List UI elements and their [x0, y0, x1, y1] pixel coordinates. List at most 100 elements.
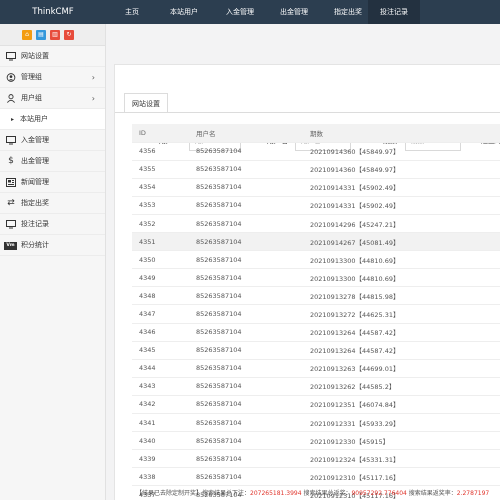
table-row[interactable]: 4346 85263587104 20210913264【44587.42】: [132, 323, 500, 342]
sidebar-item-news[interactable]: 新闻管理: [0, 172, 105, 193]
column-header-id[interactable]: ID: [132, 124, 189, 143]
cell-period: 20210913262【44585.2】: [303, 377, 500, 396]
cell-id: 4355: [132, 160, 189, 179]
home-icon[interactable]: ⌂: [22, 30, 32, 40]
sidebar-item-label: 用户组: [21, 94, 42, 102]
nav-designated-prize[interactable]: 指定出奖: [330, 0, 366, 24]
sidebar-item-bet-records[interactable]: 投注记录: [0, 214, 105, 235]
summary-mid1: 搜索结果总返奖：: [301, 490, 352, 497]
cell-id: 4346: [132, 323, 189, 342]
summary-return-rate: 2.2787197: [456, 490, 490, 497]
cell-period: 20210914331【45902.49】: [303, 178, 500, 197]
cell-period: 20210913263【44699.01】: [303, 359, 500, 378]
nav-withdrawal[interactable]: 出金管理: [276, 0, 312, 24]
monitor-icon: [6, 136, 16, 145]
cell-username: 85263587104: [189, 395, 303, 415]
sidebar-item-withdrawal[interactable]: $ 出金管理: [0, 151, 105, 172]
sidebar-item-label: 出金管理: [21, 157, 49, 165]
cell-period: 20210912324【45331.31】: [303, 449, 500, 469]
cell-period: 20210914267【45081.49】: [303, 232, 500, 252]
cell-id: 4352: [132, 214, 189, 234]
table-row[interactable]: 4354 85263587104 20210914331【45902.49】: [132, 178, 500, 197]
sidebar-item-points-stats[interactable]: Vm 积分统计: [0, 235, 105, 256]
summary-prefix: 【结果已去除定制开奖】搜索结果总下注：: [136, 490, 251, 497]
cell-username: 85263587104: [189, 413, 303, 433]
table-row[interactable]: 4353 85263587104 20210914331【45902.49】: [132, 196, 500, 215]
table-row[interactable]: 4344 85263587104 20210913263【44699.01】: [132, 359, 500, 378]
cell-username: 85263587104: [189, 304, 303, 324]
doc-icon[interactable]: ▤: [36, 30, 46, 40]
chevron-right-icon: ›: [91, 73, 95, 82]
sidebar-item-admin-group[interactable]: 管理组 ›: [0, 67, 105, 88]
column-header-period[interactable]: 期数: [303, 124, 500, 143]
main-content: 网站设置 用户Id 用户名 期数 起止时间 ID 用户名 期数 43568526…: [106, 24, 500, 500]
tab-site-settings[interactable]: 网站设置: [124, 93, 168, 113]
table-row[interactable]: 4355 85263587104 20210914360【45849.97】: [132, 160, 500, 179]
cell-id: 4349: [132, 268, 189, 288]
table-row[interactable]: 4356 85263587104 20210914360【45849.97】: [132, 142, 500, 161]
chevron-down-icon: ›: [91, 94, 95, 103]
table-row[interactable]: 4351 85263587104 20210914267【45081.49】: [132, 232, 500, 252]
refresh-icon[interactable]: ↻: [64, 30, 74, 40]
trash-icon[interactable]: ▥: [50, 30, 60, 40]
table-row[interactable]: 4342 85263587104 20210912351【46074.84】: [132, 395, 500, 415]
sidebar-item-site-settings[interactable]: 网站设置: [0, 46, 105, 67]
sidebar-item-designated-prize[interactable]: ⇄ 指定出奖: [0, 193, 105, 214]
sidebar-subitem-site-users[interactable]: ▸ 本站用户: [0, 109, 105, 130]
cell-username: 85263587104: [189, 142, 303, 161]
sidebar: ⌂ ▤ ▥ ↻ 网站设置 管理组 › 用户组 › ▸ 本站用户 入金管理 $ 出…: [0, 24, 106, 500]
cell-username: 85263587104: [189, 178, 303, 197]
monitor-icon: [6, 220, 16, 229]
sidebar-item-label: 指定出奖: [21, 199, 49, 207]
table-row[interactable]: 4348 85263587104 20210913278【44815.98】: [132, 286, 500, 306]
bet-records-table: ID 用户名 期数 4356 85263587104 20210914360【458…: [132, 124, 500, 500]
nav-home[interactable]: 主页: [114, 0, 150, 24]
content-header-strip: [106, 24, 500, 58]
user-circle-icon: [6, 73, 16, 82]
user-icon: [7, 94, 15, 103]
cell-id: 4344: [132, 359, 189, 378]
table-row[interactable]: 4338 85263587104 20210912310【45117.16】: [132, 467, 500, 487]
cell-id: 4356: [132, 142, 189, 161]
nav-bet-records[interactable]: 投注记录: [368, 0, 420, 24]
sidebar-item-user-group[interactable]: 用户组 ›: [0, 88, 105, 109]
cell-period: 20210912331【45933.29】: [303, 413, 500, 433]
cell-period: 20210912310【45117.16】: [303, 467, 500, 487]
cell-username: 85263587104: [189, 268, 303, 288]
top-navbar: ThinkCMF 主页 本站用户 入金管理 出金管理 指定出奖 投注记录: [0, 0, 500, 24]
cell-id: 4342: [132, 395, 189, 415]
cell-period: 20210913300【44810.69】: [303, 250, 500, 270]
table-row[interactable]: 4347 85263587104 20210913272【44625.31】: [132, 304, 500, 324]
cell-id: 4350: [132, 250, 189, 270]
sidebar-item-deposit[interactable]: 入金管理: [0, 130, 105, 151]
table-row[interactable]: 4350 85263587104 20210913300【44810.69】: [132, 250, 500, 270]
cell-period: 20210914360【45849.97】: [303, 142, 500, 161]
cell-period: 20210914331【45902.49】: [303, 196, 500, 215]
sidebar-item-label: 入金管理: [21, 136, 49, 144]
brand-logo[interactable]: ThinkCMF: [0, 0, 106, 24]
table-row[interactable]: 4341 85263587104 20210912331【45933.29】: [132, 413, 500, 433]
cell-username: 85263587104: [189, 359, 303, 378]
cell-id: 4351: [132, 232, 189, 252]
cell-period: 20210912330【45915】: [303, 431, 500, 451]
cell-period: 20210914296【45247.21】: [303, 214, 500, 234]
cell-username: 85263587104: [189, 196, 303, 215]
nav-site-users[interactable]: 本站用户: [166, 0, 202, 24]
cell-id: 4341: [132, 413, 189, 433]
tab-divider: [115, 112, 500, 113]
table-row[interactable]: 4339 85263587104 20210912324【45331.31】: [132, 449, 500, 469]
cell-period: 20210912351【46074.84】: [303, 395, 500, 415]
table-row[interactable]: 4343 85263587104 20210913262【44585.2】: [132, 377, 500, 396]
sidebar-item-label: 投注记录: [21, 220, 49, 228]
table-row[interactable]: 4345 85263587104 20210913264【44587.42】: [132, 341, 500, 360]
table-row[interactable]: 4349 85263587104 20210913300【44810.69】: [132, 268, 500, 288]
newspaper-icon: [6, 178, 16, 187]
column-header-username[interactable]: 用户名: [189, 124, 303, 143]
vimeo-icon: Vm: [4, 242, 17, 250]
cell-period: 20210914360【45849.97】: [303, 160, 500, 179]
sidebar-item-label: 本站用户: [20, 115, 48, 123]
sidebar-item-label: 新闻管理: [21, 178, 49, 186]
table-row[interactable]: 4340 85263587104 20210912330【45915】: [132, 431, 500, 451]
nav-deposit[interactable]: 入金管理: [222, 0, 258, 24]
table-row[interactable]: 4352 85263587104 20210914296【45247.21】: [132, 214, 500, 234]
